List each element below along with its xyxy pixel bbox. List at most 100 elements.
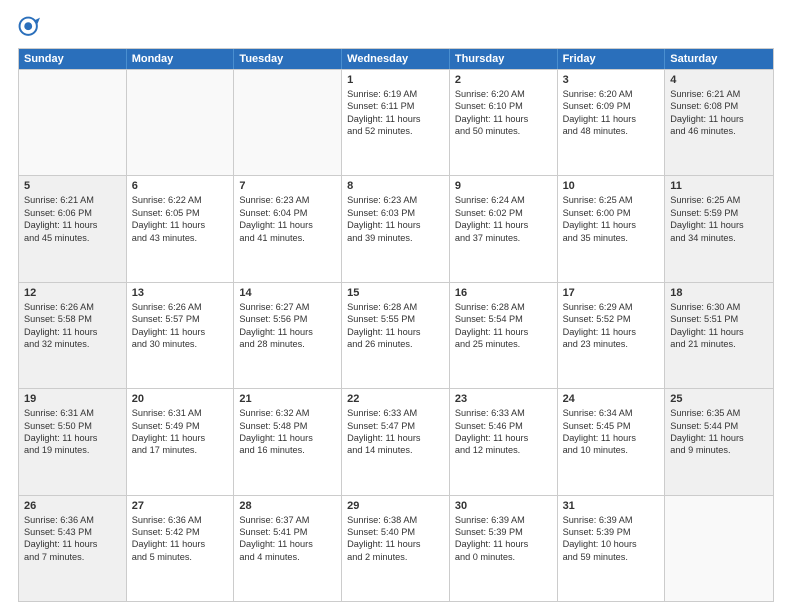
day-number: 28 — [239, 500, 336, 512]
weekday-header-thursday: Thursday — [450, 49, 558, 69]
cell-line: Sunset: 5:50 PM — [24, 420, 121, 432]
day-number: 6 — [132, 180, 229, 192]
cell-line: Sunset: 6:11 PM — [347, 100, 444, 112]
empty-cell-0-2 — [234, 70, 342, 175]
cell-line: Sunrise: 6:39 AM — [455, 514, 552, 526]
cell-line: Sunrise: 6:19 AM — [347, 88, 444, 100]
cell-line: Daylight: 11 hours — [24, 219, 121, 231]
cell-line: Sunrise: 6:36 AM — [24, 514, 121, 526]
cell-line: Daylight: 11 hours — [563, 326, 660, 338]
cell-line: Sunset: 5:39 PM — [563, 526, 660, 538]
cell-line: Daylight: 11 hours — [347, 113, 444, 125]
day-cell-6: 6Sunrise: 6:22 AMSunset: 6:05 PMDaylight… — [127, 176, 235, 281]
cell-line: and 23 minutes. — [563, 338, 660, 350]
cell-line: and 50 minutes. — [455, 125, 552, 137]
cell-line: Daylight: 11 hours — [455, 113, 552, 125]
cell-line: and 59 minutes. — [563, 551, 660, 563]
day-number: 30 — [455, 500, 552, 512]
cell-line: and 41 minutes. — [239, 232, 336, 244]
cell-line: Daylight: 11 hours — [563, 113, 660, 125]
cell-line: Daylight: 11 hours — [347, 432, 444, 444]
cell-line: Sunset: 6:04 PM — [239, 207, 336, 219]
day-cell-25: 25Sunrise: 6:35 AMSunset: 5:44 PMDayligh… — [665, 389, 773, 494]
cell-line: Sunrise: 6:26 AM — [132, 301, 229, 313]
cell-line: Sunrise: 6:28 AM — [347, 301, 444, 313]
cell-line: Sunrise: 6:36 AM — [132, 514, 229, 526]
cell-line: Sunrise: 6:21 AM — [24, 194, 121, 206]
cell-line: Sunset: 5:51 PM — [670, 313, 768, 325]
day-cell-14: 14Sunrise: 6:27 AMSunset: 5:56 PMDayligh… — [234, 283, 342, 388]
cell-line: Sunrise: 6:34 AM — [563, 407, 660, 419]
cell-line: Daylight: 11 hours — [347, 538, 444, 550]
cell-line: Sunrise: 6:35 AM — [670, 407, 768, 419]
day-cell-27: 27Sunrise: 6:36 AMSunset: 5:42 PMDayligh… — [127, 496, 235, 601]
day-number: 13 — [132, 287, 229, 299]
day-cell-22: 22Sunrise: 6:33 AMSunset: 5:47 PMDayligh… — [342, 389, 450, 494]
cell-line: Sunrise: 6:32 AM — [239, 407, 336, 419]
day-number: 17 — [563, 287, 660, 299]
cell-line: and 16 minutes. — [239, 444, 336, 456]
cell-line: Sunset: 5:58 PM — [24, 313, 121, 325]
cell-line: Daylight: 10 hours — [563, 538, 660, 550]
day-number: 31 — [563, 500, 660, 512]
day-number: 26 — [24, 500, 121, 512]
empty-cell-0-1 — [127, 70, 235, 175]
cell-line: Sunrise: 6:24 AM — [455, 194, 552, 206]
cell-line: Sunrise: 6:26 AM — [24, 301, 121, 313]
cell-line: and 7 minutes. — [24, 551, 121, 563]
cell-line: Daylight: 11 hours — [347, 219, 444, 231]
cell-line: Daylight: 11 hours — [670, 326, 768, 338]
day-cell-24: 24Sunrise: 6:34 AMSunset: 5:45 PMDayligh… — [558, 389, 666, 494]
day-number: 16 — [455, 287, 552, 299]
weekday-header-friday: Friday — [558, 49, 666, 69]
cell-line: Sunset: 6:05 PM — [132, 207, 229, 219]
cell-line: Sunrise: 6:30 AM — [670, 301, 768, 313]
day-number: 24 — [563, 393, 660, 405]
day-number: 14 — [239, 287, 336, 299]
cell-line: Sunset: 6:00 PM — [563, 207, 660, 219]
cell-line: Sunset: 5:59 PM — [670, 207, 768, 219]
cell-line: Sunrise: 6:39 AM — [563, 514, 660, 526]
cell-line: and 2 minutes. — [347, 551, 444, 563]
cell-line: Sunset: 5:45 PM — [563, 420, 660, 432]
cell-line: Sunset: 5:54 PM — [455, 313, 552, 325]
day-cell-16: 16Sunrise: 6:28 AMSunset: 5:54 PMDayligh… — [450, 283, 558, 388]
day-cell-28: 28 Sunrise: 6:37 AMSunset: 5:41 PMDayligh… — [234, 496, 342, 601]
cell-line: Sunset: 5:55 PM — [347, 313, 444, 325]
calendar-body: 1Sunrise: 6:19 AMSunset: 6:11 PMDaylight… — [19, 69, 773, 601]
page: SundayMondayTuesdayWednesdayThursdayFrid… — [0, 0, 792, 612]
cell-line: Daylight: 11 hours — [455, 219, 552, 231]
cell-line: Sunrise: 6:37 AM — [239, 514, 336, 526]
day-number: 20 — [132, 393, 229, 405]
day-cell-5: 5Sunrise: 6:21 AMSunset: 6:06 PMDaylight… — [19, 176, 127, 281]
day-cell-12: 12Sunrise: 6:26 AMSunset: 5:58 PMDayligh… — [19, 283, 127, 388]
logo — [18, 16, 42, 38]
cell-line: Sunrise: 6:27 AM — [239, 301, 336, 313]
cell-line: and 30 minutes. — [132, 338, 229, 350]
cell-line: Daylight: 11 hours — [132, 219, 229, 231]
weekday-header-tuesday: Tuesday — [234, 49, 342, 69]
cell-line: Sunset: 5:56 PM — [239, 313, 336, 325]
cell-line: and 0 minutes. — [455, 551, 552, 563]
cell-line: Daylight: 11 hours — [455, 326, 552, 338]
cell-line: and 52 minutes. — [347, 125, 444, 137]
cell-line: and 37 minutes. — [455, 232, 552, 244]
day-number: 8 — [347, 180, 444, 192]
cell-line: Sunset: 5:44 PM — [670, 420, 768, 432]
cell-line: and 46 minutes. — [670, 125, 768, 137]
cell-line: Sunset: 5:41 PM — [239, 526, 336, 538]
cell-line: Daylight: 11 hours — [239, 538, 336, 550]
cell-line: Daylight: 11 hours — [132, 326, 229, 338]
cell-line: Sunrise: 6:25 AM — [670, 194, 768, 206]
cell-line: Sunset: 6:09 PM — [563, 100, 660, 112]
cell-line: Daylight: 11 hours — [24, 326, 121, 338]
day-number: 25 — [670, 393, 768, 405]
calendar: SundayMondayTuesdayWednesdayThursdayFrid… — [18, 48, 774, 602]
cell-line: Sunset: 5:49 PM — [132, 420, 229, 432]
cell-line: Sunrise: 6:23 AM — [239, 194, 336, 206]
day-cell-21: 21Sunrise: 6:32 AMSunset: 5:48 PMDayligh… — [234, 389, 342, 494]
cell-line: Daylight: 11 hours — [239, 219, 336, 231]
cell-line: Daylight: 11 hours — [455, 538, 552, 550]
cell-line: Sunset: 5:47 PM — [347, 420, 444, 432]
cell-line: Sunrise: 6:31 AM — [24, 407, 121, 419]
